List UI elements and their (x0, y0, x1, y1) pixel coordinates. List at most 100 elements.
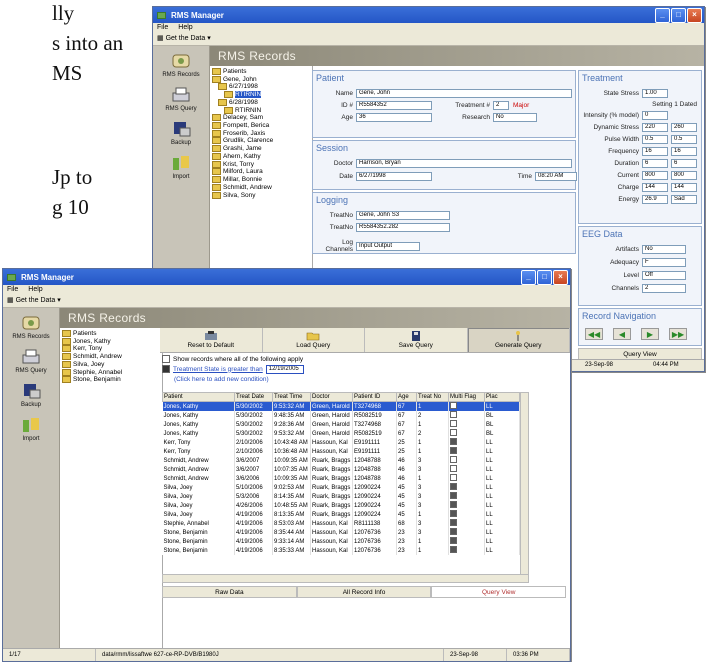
flag-checkbox[interactable] (450, 492, 457, 499)
tree-item[interactable]: Milford, Laura (212, 168, 310, 176)
last-record-button[interactable]: ▶▶ (669, 328, 687, 340)
first-record-button[interactable]: ◀◀ (585, 328, 603, 340)
current-field-2[interactable]: 800 (671, 171, 697, 180)
duration-field-1[interactable]: 6 (642, 159, 668, 168)
nav-rms-records[interactable]: RMS Records (12, 314, 50, 340)
doctor-field[interactable]: Harrison, Bryan (356, 159, 572, 168)
pulse-width-field-1[interactable]: 0.5 (642, 135, 668, 144)
flag-checkbox[interactable] (450, 501, 457, 508)
flag-checkbox[interactable] (450, 483, 457, 490)
table-row[interactable]: Silva, Joey 5/10/2006 9:02:53 AM Ruark, Bra… (162, 483, 520, 492)
energy-field-1[interactable]: 26.9 (642, 195, 668, 204)
table-row[interactable]: Schmidt, Andrew 3/6/2006 10:09:35 AM Ruark,… (162, 474, 520, 483)
flag-checkbox[interactable] (450, 465, 457, 472)
table-row[interactable]: Jones, Kathy 5/30/2002 9:48:35 AM Green, Ha… (162, 411, 520, 420)
intensity-field[interactable]: 0 (642, 111, 668, 120)
id-field[interactable]: R5584352 (356, 101, 432, 110)
horizontal-scrollbar[interactable] (162, 574, 529, 583)
table-row[interactable]: Kerr, Tony 2/10/2006 10:36:48 AM Hassoun, K… (162, 447, 520, 456)
tree-item[interactable]: Schmidt, Andrew (62, 353, 160, 361)
tree-item[interactable]: Grudlik, Clarence (212, 137, 310, 145)
dynamic-stress-field-2[interactable]: 260 (671, 123, 697, 132)
column-header[interactable]: Treat Date (234, 392, 273, 402)
tab-all-record-info[interactable]: All Record Info (296, 586, 432, 598)
table-row[interactable]: Stone, Benjamin 4/19/2006 8:35:33 AM Hassou… (162, 546, 520, 555)
column-header[interactable]: Age (396, 392, 417, 402)
tree-item[interactable]: Delacey, Sam (212, 114, 310, 122)
tree-item[interactable]: 6/27/1998 (212, 83, 310, 91)
channels-field[interactable]: 2 (642, 284, 686, 293)
flag-checkbox[interactable] (450, 528, 457, 535)
name-field[interactable]: Gene, John (356, 89, 572, 98)
tree-item[interactable]: Patients (212, 68, 310, 76)
tree-item[interactable]: Gene, John (212, 75, 310, 84)
nav-import[interactable]: Import (170, 154, 192, 180)
treatfile-1-field[interactable]: Gene, John S3 (356, 211, 450, 220)
flag-checkbox[interactable] (450, 402, 457, 409)
nav-rms-records[interactable]: RMS Records (162, 52, 200, 78)
flag-checkbox[interactable] (450, 429, 457, 436)
flag-checkbox[interactable] (450, 537, 457, 544)
flag-checkbox[interactable] (450, 510, 457, 517)
table-row[interactable]: Schmidt, Andrew 3/6/2007 10:09:35 AM Ruark,… (162, 456, 520, 465)
menu-file[interactable]: File (157, 23, 168, 33)
flag-checkbox[interactable] (450, 474, 457, 481)
tree-item[interactable]: Silva, Sony (212, 191, 310, 200)
adequacy-field[interactable]: F (642, 258, 686, 267)
maximize-icon[interactable]: □ (671, 8, 686, 23)
flag-checkbox[interactable] (450, 456, 457, 463)
condition-icon[interactable] (162, 365, 170, 373)
column-header[interactable]: Multi Flag (448, 392, 485, 402)
reset-default-button[interactable]: Reset to Default (160, 328, 263, 352)
table-row[interactable]: Silva, Joey 5/3/2006 8:14:35 AM Ruark, Brag… (162, 492, 520, 501)
table-row[interactable]: Kerr, Tony 2/10/2006 10:43:48 AM Hassoun, K… (162, 438, 520, 447)
vertical-scrollbar[interactable] (520, 392, 529, 576)
next-record-button[interactable]: ▶ (641, 328, 659, 340)
prev-record-button[interactable]: ◀ (613, 328, 631, 340)
nav-backup[interactable]: Backup (20, 382, 42, 408)
maximize-icon[interactable]: □ (537, 270, 552, 285)
flag-checkbox[interactable] (450, 546, 457, 553)
column-header[interactable]: Doctor (310, 392, 353, 402)
date-field[interactable]: 6/27/1998 (356, 172, 432, 181)
treatfile-2-field[interactable]: R5584352.282 (356, 223, 450, 232)
table-row[interactable]: Stone, Benjamin 4/19/2006 9:33:14 AM Hassou… (162, 537, 520, 546)
table-row[interactable]: Silva, Joey 4/26/2006 10:48:55 AM Ruark, Br… (162, 501, 520, 510)
table-row[interactable]: Jones, Kathy 5/30/2002 9:28:36 AM Green, Ha… (162, 420, 520, 429)
save-query-button[interactable]: Save Query (365, 328, 468, 352)
table-row[interactable]: Stone, Benjamin 4/19/2006 8:35:44 AM Hassou… (162, 528, 520, 537)
treatment-number-field[interactable]: 2 (493, 101, 509, 110)
flag-checkbox[interactable] (450, 519, 457, 526)
flag-checkbox[interactable] (450, 420, 457, 427)
research-field[interactable]: No (493, 113, 537, 122)
tab-raw-data[interactable]: Raw Data (162, 586, 297, 598)
flag-checkbox[interactable] (450, 411, 457, 418)
tree-item[interactable]: Kerr, Tony (62, 345, 160, 353)
nav-rms-query[interactable]: RMS Query (165, 86, 197, 112)
tree-item[interactable]: Stone, Benjamin (62, 376, 160, 384)
front-title-bar[interactable]: RMS Manager _ □ × (3, 269, 570, 285)
tree-item[interactable]: Stephie, Annabel (62, 368, 160, 377)
condition-link[interactable]: Treatment State is greater than (173, 366, 263, 373)
duration-field-2[interactable]: 6 (671, 159, 697, 168)
menu-help[interactable]: Help (178, 23, 192, 33)
tree-item[interactable]: Fornpett, Berica (212, 122, 310, 130)
column-header[interactable]: Treat Time (272, 392, 311, 402)
menu-help[interactable]: Help (28, 285, 42, 295)
table-row[interactable]: Silva, Joey 4/19/2006 8:13:35 AM Ruark, Bra… (162, 510, 520, 519)
front-patient-tree[interactable]: Patients Jones, Kathy Kerr, Tony Schmidt, A… (60, 328, 163, 661)
get-data-button[interactable]: ▦ Get the Data ▾ (157, 35, 211, 42)
level-field[interactable]: Off (642, 271, 686, 280)
tree-item[interactable]: Millar, Bonnie (212, 176, 310, 184)
minimize-icon[interactable]: _ (521, 270, 536, 285)
match-all-checkbox[interactable] (162, 355, 170, 363)
menu-file[interactable]: File (7, 285, 18, 295)
pulse-width-field-2[interactable]: 0.5 (671, 135, 697, 144)
load-query-button[interactable]: Load Query (263, 328, 365, 352)
tree-item[interactable]: 6/28/1998 (212, 98, 310, 107)
energy-field-2[interactable]: Sad (671, 195, 697, 204)
frequency-field-1[interactable]: 16 (642, 147, 668, 156)
minimize-icon[interactable]: _ (655, 8, 670, 23)
table-row[interactable]: Jones, Kathy 5/30/2002 9:53:32 AM Green, Ha… (162, 401, 520, 411)
tab-query-view[interactable]: Query View (431, 586, 567, 598)
